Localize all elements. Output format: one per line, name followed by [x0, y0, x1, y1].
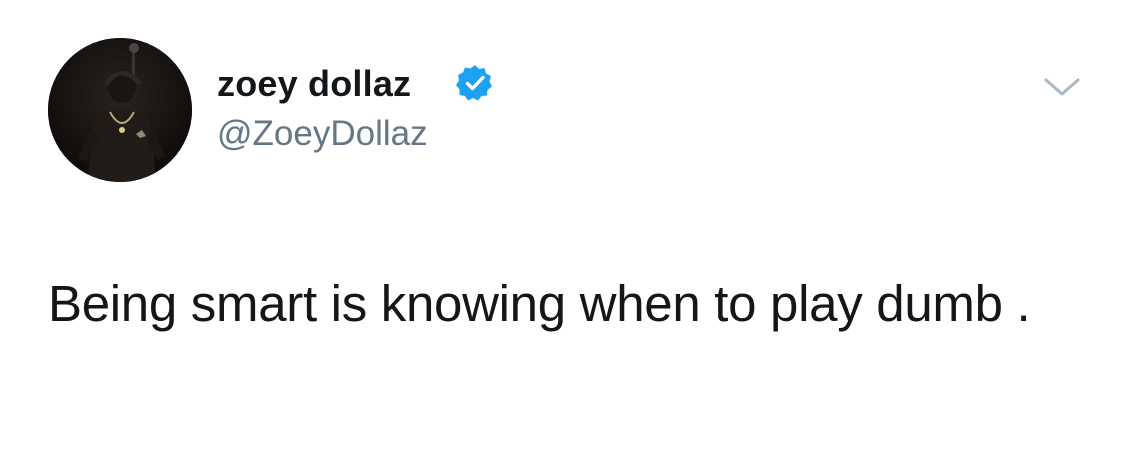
chevron-down-icon[interactable] [1040, 70, 1084, 104]
verified-badge-icon [455, 63, 495, 103]
avatar-photo [48, 38, 192, 182]
avatar[interactable] [48, 38, 192, 182]
display-name[interactable]: zoey dollaz [217, 62, 411, 106]
tweet-text: Being smart is knowing when to play dumb… [48, 275, 1031, 332]
tweet-card: zoey dollaz @ZoeyDollaz Being smart is k… [0, 0, 1125, 456]
user-handle[interactable]: @ZoeyDollaz [217, 113, 428, 155]
